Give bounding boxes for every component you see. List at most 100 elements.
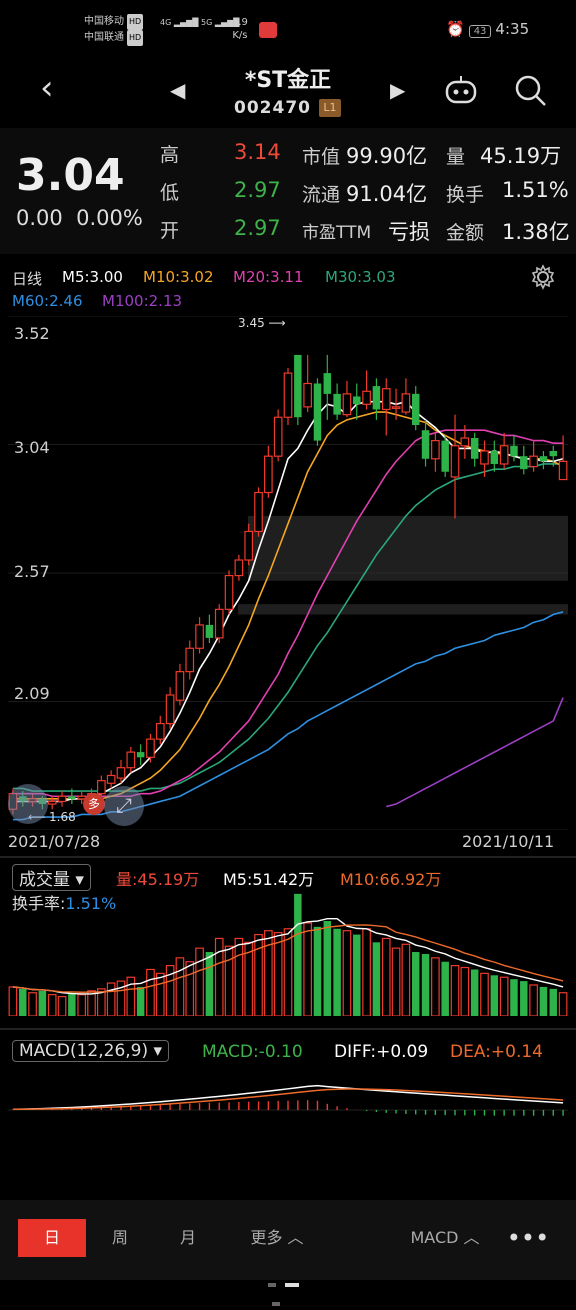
candle <box>353 396 361 405</box>
ma30-line <box>12 463 564 792</box>
candle <box>450 445 460 478</box>
ma20-label: M20:3.11 <box>233 268 304 286</box>
turn-value: 1.51% <box>502 178 569 202</box>
candle <box>68 796 76 799</box>
next-stock-icon[interactable]: ▶ <box>390 78 405 102</box>
indicator-selector[interactable]: MACD ︿ <box>400 1219 490 1257</box>
candle <box>116 767 126 779</box>
volume-bar <box>205 952 214 1016</box>
volume-bar <box>77 994 87 1016</box>
period-label[interactable]: 日线 <box>12 268 42 289</box>
zoom-out-button[interactable] <box>8 784 48 824</box>
candle <box>254 491 263 533</box>
candle <box>155 722 165 740</box>
volume-bar <box>421 953 430 1016</box>
volume-bar <box>499 976 509 1016</box>
volume-bar <box>47 994 57 1016</box>
volume-bar <box>450 964 460 1016</box>
volume-bar <box>549 988 557 1016</box>
ma30-label: M30:3.03 <box>325 268 396 286</box>
volume-chart <box>8 893 568 1016</box>
tab-month[interactable]: 月 <box>154 1219 222 1257</box>
tab-day[interactable]: 日 <box>18 1219 86 1257</box>
high-value: 3.14 <box>234 140 281 164</box>
candle <box>195 624 204 649</box>
x-start-label: 2021/07/28 <box>8 832 101 851</box>
candle <box>549 450 557 457</box>
volume-bar <box>490 975 499 1016</box>
float-value: 91.04亿 <box>346 182 428 206</box>
volume-bar <box>68 992 76 1016</box>
candle <box>372 386 381 410</box>
tab-more[interactable]: 更多 ︿ <box>222 1219 332 1257</box>
candle <box>244 530 254 561</box>
volume-bar <box>353 934 361 1016</box>
candle <box>165 694 175 725</box>
candle <box>529 455 538 468</box>
volume-bar <box>283 928 293 1016</box>
vol-current: 量:45.19万 <box>116 870 200 889</box>
candle <box>323 373 332 394</box>
duo-badge[interactable]: 多 <box>83 793 105 815</box>
mktcap-label: 市值 <box>302 146 341 168</box>
volume-bar <box>106 982 116 1016</box>
volume-bar <box>342 930 352 1016</box>
macd-value: MACD:-0.10 <box>202 1042 303 1062</box>
candle <box>294 354 302 418</box>
settings-icon[interactable] <box>530 264 556 294</box>
volume-bar <box>214 937 224 1016</box>
volume-bar <box>460 966 470 1016</box>
pe-value: 亏损 <box>388 220 430 244</box>
hd-badge: HD <box>127 14 144 30</box>
volume-bar <box>381 937 391 1016</box>
last-price: 3.04 <box>16 150 125 201</box>
volume-bar <box>303 922 312 1016</box>
stock-code: 002470 <box>234 98 311 118</box>
candle <box>539 456 548 462</box>
volume-bar <box>57 996 67 1016</box>
level-badge: L1 <box>319 99 341 117</box>
volume-selector[interactable]: 成交量 ▾ <box>12 864 91 891</box>
vol-value: 45.19万 <box>480 144 562 168</box>
kline-chart[interactable] <box>0 316 576 830</box>
vol-m10: M10:66.92万 <box>340 870 442 889</box>
volume-bar <box>8 986 18 1016</box>
low-value: 2.97 <box>234 178 281 202</box>
candle <box>411 393 420 426</box>
tab-week[interactable]: 周 <box>86 1219 154 1257</box>
candle <box>421 430 430 459</box>
candle <box>490 450 499 464</box>
robot-icon[interactable] <box>444 74 478 110</box>
candle <box>136 752 145 758</box>
volume-bar <box>431 957 440 1016</box>
volume-bar <box>411 952 420 1016</box>
fullscreen-button[interactable]: ⤢ <box>104 786 144 826</box>
volume-bar <box>254 933 263 1016</box>
high-marker: 3.45 ⟶ <box>238 316 286 330</box>
candle <box>520 456 528 470</box>
macd-chart <box>8 1084 568 1116</box>
more-icon[interactable]: ••• <box>500 1219 556 1257</box>
diff-value: DIFF:+0.09 <box>334 1042 429 1062</box>
amt-value: 1.38亿 <box>502 220 570 244</box>
ma60-label: M60:2.46 <box>12 292 83 310</box>
candle <box>558 460 568 481</box>
support-zone <box>248 515 568 581</box>
open-label: 开 <box>160 220 180 242</box>
low-label: 低 <box>160 182 180 204</box>
volume-bar <box>155 972 165 1016</box>
y-tick: 2.09 <box>14 684 50 703</box>
search-icon[interactable] <box>514 74 548 112</box>
volume-bar <box>333 928 341 1016</box>
candle <box>470 438 479 459</box>
ma5-label: M5:3.00 <box>62 268 123 286</box>
status-right: ⏰ 43 4:35 <box>446 20 529 38</box>
battery-icon: 43 <box>468 25 492 38</box>
y-tick: 2.57 <box>14 562 50 581</box>
macd-selector[interactable]: MACD(12,26,9) ▾ <box>12 1040 170 1062</box>
candle <box>126 751 136 769</box>
status-bar: 中国移动 HD 中国联通 HD 4G ▂▄▆█ 5G ▂▄▆█ 1.9 K/s ⏰ 43… <box>0 0 576 60</box>
carrier-info: 中国移动 HD 中国联通 HD <box>84 14 144 46</box>
volume-bar <box>19 988 27 1016</box>
candle <box>460 437 470 447</box>
